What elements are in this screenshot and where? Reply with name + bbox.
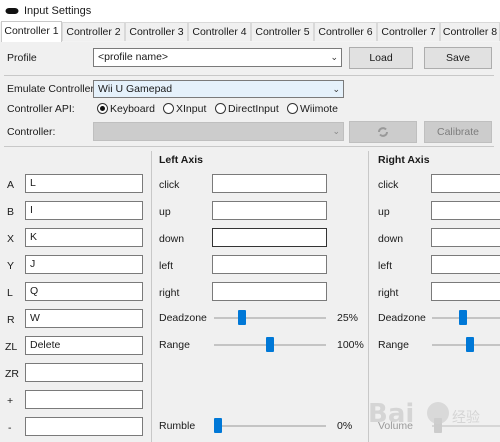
left-deadzone-value: 25%: [337, 312, 359, 324]
left-deadzone-slider-track[interactable]: [214, 317, 326, 319]
left-range-slider-thumb[interactable]: [266, 337, 274, 352]
tab-controller-4[interactable]: Controller 4: [188, 22, 251, 41]
left-axis-left-field[interactable]: [212, 255, 327, 274]
refresh-button[interactable]: [349, 121, 417, 143]
button-field-zr[interactable]: [25, 363, 143, 382]
controller-combobox[interactable]: ⌄: [93, 122, 344, 141]
radio-keyboard[interactable]: [97, 103, 108, 114]
load-button[interactable]: Load: [349, 47, 413, 69]
button-field-minus[interactable]: [25, 417, 143, 436]
radio-directinput-label: DirectInput: [228, 103, 279, 115]
refresh-icon: [378, 127, 388, 137]
rumble-label: Rumble: [159, 420, 196, 432]
button-label-y: Y: [7, 260, 15, 272]
chevron-down-icon: ⌄: [332, 126, 340, 136]
right-axis-down-label: down: [378, 233, 404, 245]
left-deadzone-label: Deadzone: [159, 312, 207, 324]
radio-keyboard-label: Keyboard: [110, 103, 155, 115]
button-field-l[interactable]: Q: [25, 282, 143, 301]
right-range-slider-thumb[interactable]: [466, 337, 474, 352]
right-deadzone-slider-thumb[interactable]: [459, 310, 467, 325]
right-axis-up-label: up: [378, 206, 390, 218]
rumble-slider-track[interactable]: [214, 425, 326, 427]
button-field-plus[interactable]: [25, 390, 143, 409]
chevron-down-icon: ⌄: [332, 84, 340, 94]
left-axis-right-field[interactable]: [212, 282, 327, 301]
rumble-slider-thumb[interactable]: [214, 418, 222, 433]
svg-text:经验: 经验: [452, 410, 480, 426]
emulate-controller-combobox[interactable]: Wii U Gamepad ⌄: [93, 80, 344, 98]
calibrate-button[interactable]: Calibrate: [424, 121, 492, 143]
left-axis-up-label: up: [159, 206, 171, 218]
tab-controller-1[interactable]: Controller 1: [1, 21, 62, 42]
controller-label: Controller:: [7, 126, 56, 138]
button-label-minus: -: [8, 422, 12, 434]
left-range-label: Range: [159, 339, 190, 351]
right-axis-up-field[interactable]: [431, 201, 500, 220]
left-axis-title: Left Axis: [159, 154, 203, 166]
button-label-zr: ZR: [5, 368, 19, 380]
radio-directinput[interactable]: [215, 103, 226, 114]
tab-controller-2[interactable]: Controller 2: [62, 22, 125, 41]
controller-tabs: Controller 1 Controller 2 Controller 3 C…: [0, 21, 500, 43]
radio-wiimote[interactable]: [287, 103, 298, 114]
profile-combobox[interactable]: <profile name> ⌄: [93, 48, 342, 67]
save-button[interactable]: Save: [424, 47, 492, 69]
profile-value: <profile name>: [98, 51, 169, 63]
controller-api-label: Controller API:: [7, 103, 75, 115]
right-axis-title: Right Axis: [378, 154, 430, 166]
button-label-plus: +: [7, 395, 14, 407]
left-axis-click-field[interactable]: [212, 174, 327, 193]
button-field-a[interactable]: L: [25, 174, 143, 193]
left-axis-right-label: right: [159, 287, 180, 299]
button-label-l: L: [7, 287, 13, 299]
radio-xinput[interactable]: [163, 103, 174, 114]
left-axis-up-field[interactable]: [212, 201, 327, 220]
button-label-x: X: [7, 233, 15, 245]
emulate-controller-label: Emulate Controller: [7, 83, 94, 95]
right-range-label: Range: [378, 339, 409, 351]
watermark-logo: Bai 经验: [368, 399, 480, 429]
button-label-r: R: [7, 314, 15, 326]
button-label-b: B: [7, 206, 15, 218]
button-field-zl[interactable]: Delete: [25, 336, 143, 355]
right-deadzone-label: Deadzone: [378, 312, 426, 324]
right-axis-left-label: left: [378, 260, 393, 272]
left-axis-click-label: click: [159, 179, 180, 191]
right-axis-right-field[interactable]: [431, 282, 500, 301]
left-axis-left-label: left: [159, 260, 174, 272]
button-field-y[interactable]: J: [25, 255, 143, 274]
emulate-controller-value: Wii U Gamepad: [98, 83, 173, 95]
button-field-b[interactable]: I: [25, 201, 143, 220]
rumble-value: 0%: [337, 420, 353, 432]
button-label-zl: ZL: [5, 341, 18, 353]
tab-controller-6[interactable]: Controller 6: [314, 22, 377, 41]
button-field-r[interactable]: W: [25, 309, 143, 328]
window-title: Input Settings: [24, 5, 92, 17]
left-deadzone-slider-thumb[interactable]: [238, 310, 246, 325]
tab-controller-5[interactable]: Controller 5: [251, 22, 314, 41]
left-axis-down-label: down: [159, 233, 185, 245]
right-axis-right-label: right: [378, 287, 399, 299]
separator: [4, 75, 494, 76]
right-axis-down-field[interactable]: [431, 228, 500, 247]
left-axis-down-field[interactable]: [212, 228, 327, 247]
tab-controller-8[interactable]: Controller 8: [440, 22, 500, 41]
radio-wiimote-label: Wiimote: [300, 103, 338, 115]
tab-controller-3[interactable]: Controller 3: [125, 22, 188, 41]
right-axis-left-field[interactable]: [431, 255, 500, 274]
svg-text:Bai: Bai: [368, 399, 414, 429]
right-axis-click-field[interactable]: [431, 174, 500, 193]
group-divider-left: [151, 151, 152, 442]
radio-xinput-label: XInput: [176, 103, 207, 115]
button-label-a: A: [7, 179, 15, 191]
separator: [4, 146, 494, 147]
button-field-x[interactable]: K: [25, 228, 143, 247]
tab-controller-7[interactable]: Controller 7: [377, 22, 440, 41]
left-range-value: 100%: [337, 339, 364, 351]
profile-label: Profile: [7, 52, 37, 64]
gamepad-icon: [5, 8, 19, 14]
right-axis-click-label: click: [378, 179, 399, 191]
chevron-down-icon: ⌄: [330, 52, 338, 62]
